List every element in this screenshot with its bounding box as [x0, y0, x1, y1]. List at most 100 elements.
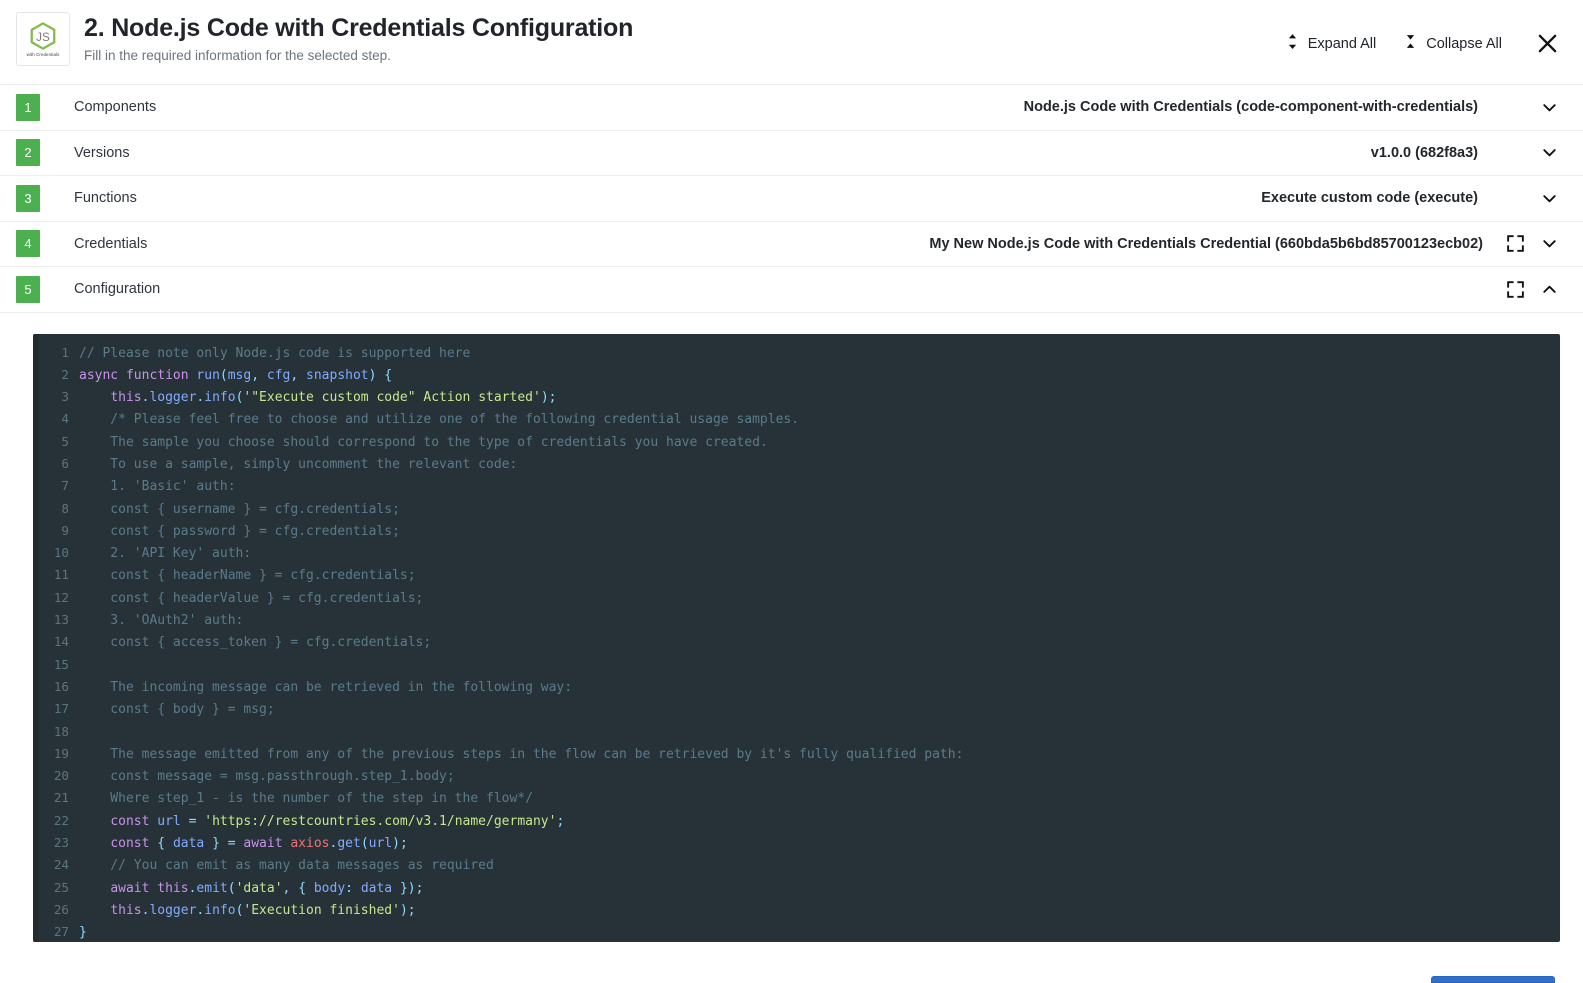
- component-logo: JS with Credentials: [16, 12, 70, 66]
- code-line-content: 1. 'Basic' auth:: [79, 476, 235, 498]
- collapse-all-button[interactable]: Collapse All: [1390, 27, 1516, 60]
- code-line: 26 this.logger.info('Execution finished'…: [33, 899, 1560, 921]
- line-number: 6: [61, 455, 69, 471]
- icon-spacer: [1494, 142, 1532, 164]
- code-token-kw: function: [125, 367, 189, 383]
- code-token-punc: =: [227, 836, 236, 852]
- accordion-row-label: Functions: [74, 190, 137, 207]
- code-line: 25 await this.emit('data', { body: data …: [33, 877, 1560, 899]
- nodejs-hexagon-icon: JS: [30, 22, 56, 50]
- accordion-row-functions[interactable]: 3 Functions Execute custom code (execute): [0, 176, 1583, 222]
- code-line: 11 const { headerName } = cfg.credential…: [33, 564, 1560, 586]
- code-line: 9 const { password } = cfg.credentials;: [33, 520, 1560, 542]
- line-number: 9: [61, 522, 69, 538]
- code-token-fn: run: [196, 367, 220, 383]
- collapse-all-icon: [1404, 33, 1417, 54]
- code-line-content: this.logger.info('Execution finished');: [79, 900, 415, 922]
- modal-header: JS with Credentials 2. Node.js Code with…: [0, 0, 1583, 85]
- code-token-var: url: [368, 836, 393, 852]
- code-token-str: 'data': [235, 880, 283, 896]
- close-button[interactable]: [1516, 28, 1567, 59]
- code-token-punc: });: [399, 880, 424, 896]
- code-editor[interactable]: 1 // Please note only Node.js code is sup…: [33, 333, 1560, 942]
- chevron-up-toggle[interactable]: [1532, 276, 1567, 303]
- code-line: 21 Where step_1 - is the number of the s…: [33, 787, 1560, 809]
- code-token-com: const { username } = cfg.credentials;: [79, 501, 400, 517]
- code-line-content: }: [79, 922, 87, 941]
- code-line-content: The incoming message can be retrieved in…: [79, 677, 572, 699]
- expand-all-icon: [1286, 33, 1299, 54]
- code-line: 1 // Please note only Node.js code is sup…: [33, 342, 1560, 364]
- expand-all-button[interactable]: Expand All: [1272, 27, 1391, 60]
- chevron-down-toggle[interactable]: [1532, 139, 1567, 166]
- line-number: 10: [53, 545, 69, 561]
- code-line: 27}: [33, 921, 1560, 941]
- accordion-row-label: Versions: [74, 144, 130, 161]
- code-line: 20 const message = msg.passthrough.step_…: [33, 765, 1560, 787]
- line-number: 13: [53, 612, 69, 628]
- code-line-content: const { headerValue } = cfg.credentials;: [79, 588, 423, 610]
- code-line: 18: [33, 721, 1560, 743]
- code-token-punc: {: [384, 367, 393, 383]
- accordion-row-versions[interactable]: 2 Versions v1.0.0 (682f8a3): [0, 130, 1583, 176]
- fullscreen-button[interactable]: [1499, 277, 1532, 302]
- chevron-down-toggle[interactable]: [1532, 94, 1567, 121]
- code-line-content: To use a sample, simply uncomment the re…: [79, 454, 517, 476]
- footer-bar: [0, 961, 1583, 983]
- accordion-row-credentials[interactable]: 4 Credentials My New Node.js Code with Cre…: [0, 221, 1583, 267]
- line-number: 5: [61, 433, 69, 449]
- code-token-com: The incoming message can be retrieved in…: [79, 679, 573, 695]
- line-number: 27: [53, 924, 69, 940]
- code-line-content: const { username } = cfg.credentials;: [79, 499, 400, 521]
- code-token-kw: async: [79, 367, 119, 383]
- header-actions: Expand All Collapse All: [1272, 12, 1567, 60]
- code-token-punc: (: [227, 880, 236, 896]
- fullscreen-button[interactable]: [1499, 231, 1532, 256]
- line-number: 7: [61, 478, 69, 494]
- line-number: 18: [53, 723, 69, 739]
- code-token-punc: {: [298, 880, 307, 896]
- expand-all-label: Expand All: [1307, 35, 1377, 52]
- code-token-punc: ,: [251, 367, 260, 383]
- code-token-com: 3. 'OAuth2' auth:: [79, 613, 244, 629]
- accordion-row-value: My New Node.js Code with Credentials Cre…: [929, 235, 1483, 252]
- code-token-fn: get: [337, 836, 361, 852]
- code-token-var: msg: [227, 367, 252, 383]
- icon-spacer: [1494, 187, 1532, 209]
- code-token-var: snapshot: [306, 367, 369, 383]
- accordion-row-icons: [1494, 139, 1567, 166]
- code-line-content: await this.emit('data', { body: data });: [79, 878, 423, 900]
- configuration-accordion: 1 Components Node.js Code with Credentials…: [0, 85, 1583, 313]
- accordion-row-configuration[interactable]: 5 Configuration: [0, 267, 1583, 313]
- chevron-down-icon: [1543, 149, 1556, 157]
- line-number: 12: [53, 589, 69, 605]
- code-token-var: url: [157, 813, 181, 829]
- code-line-content: this.logger.info('"Execute custom code" …: [79, 387, 556, 409]
- code-line-content: const { body } = msg;: [79, 699, 274, 721]
- code-line: 4 /* Please feel free to choose and util…: [33, 408, 1560, 430]
- code-line-content: /* Please feel free to choose and utiliz…: [79, 409, 799, 431]
- chevron-down-toggle[interactable]: [1532, 230, 1567, 257]
- code-token-str: 'https://restcountries.com/v3.1/name/ger…: [204, 813, 557, 829]
- chevron-down-toggle[interactable]: [1532, 185, 1567, 212]
- line-number: 4: [61, 411, 69, 427]
- primary-action-button[interactable]: [1431, 976, 1555, 983]
- code-line: 22 const url = 'https://restcountries.co…: [33, 810, 1560, 832]
- code-token-var: cfg: [266, 367, 291, 383]
- accordion-row-label: Components: [74, 99, 157, 116]
- collapse-all-label: Collapse All: [1426, 35, 1502, 52]
- code-token-kw: await: [110, 880, 150, 896]
- accordion-row-label: Configuration: [74, 281, 161, 298]
- accordion-row-icons: [1499, 276, 1567, 303]
- accordion-row-value: Node.js Code with Credentials (code-comp…: [1023, 99, 1478, 116]
- accordion-row-components[interactable]: 1 Components Node.js Code with Credentials…: [0, 85, 1583, 131]
- code-line: 15: [33, 654, 1560, 676]
- accordion-row-icons: [1494, 185, 1567, 212]
- code-token-com: // Please note only Node.js code is supp…: [79, 345, 471, 361]
